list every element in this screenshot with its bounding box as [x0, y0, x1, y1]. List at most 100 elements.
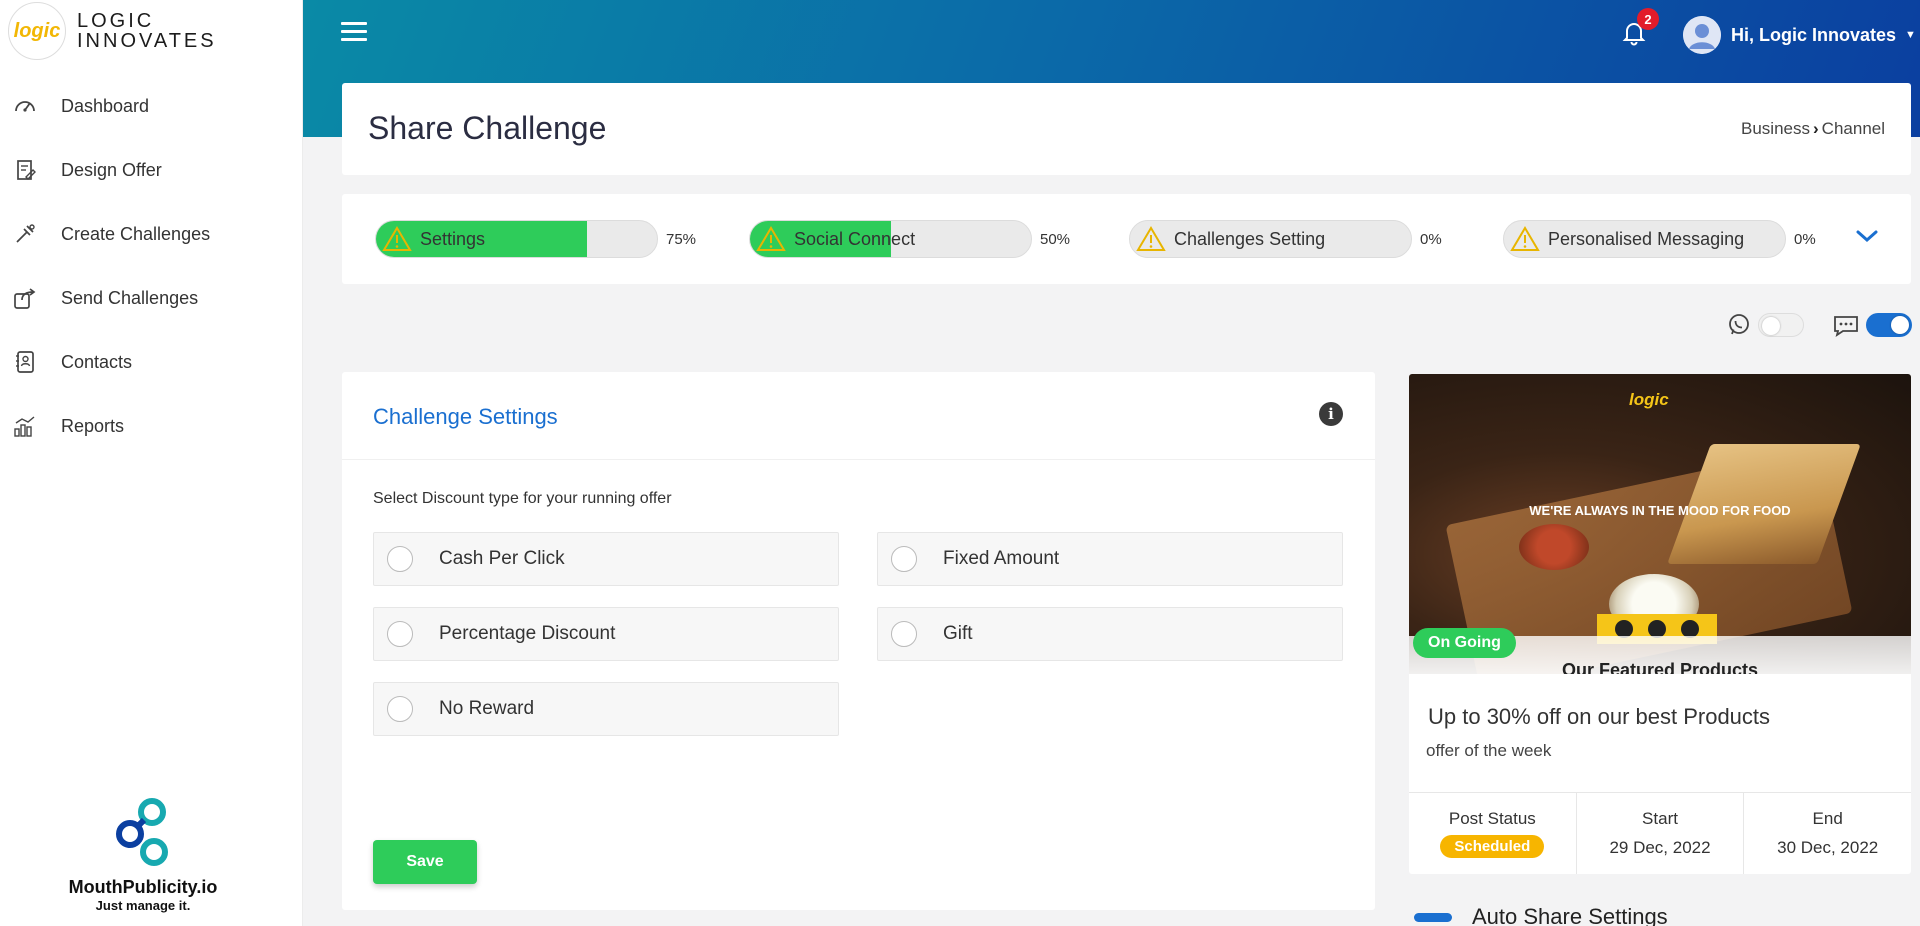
- discount-option-label: Percentage Discount: [439, 623, 616, 644]
- progress-step-personalised-messaging[interactable]: Personalised Messaging 0%: [1503, 220, 1816, 258]
- section-accent-bar: [1414, 912, 1452, 922]
- sidebar-item-label: Design Offer: [61, 159, 162, 180]
- radio-button[interactable]: [387, 621, 413, 647]
- mouthpublicity-logo: [116, 798, 168, 866]
- discount-option-cash-per-click[interactable]: Cash Per Click: [373, 532, 839, 586]
- sidebar-nav: Dashboard Design Offer Create Challenges…: [0, 74, 303, 458]
- caret-down-icon: ▼: [1905, 29, 1916, 41]
- breadcrumb-parent[interactable]: Business: [1741, 119, 1810, 138]
- brand-name-line1: LOGIC: [77, 10, 155, 32]
- save-button[interactable]: Save: [373, 840, 477, 884]
- progress-step-label: Settings: [420, 228, 486, 249]
- create-challenges-icon: [12, 221, 38, 247]
- discount-type-prompt: Select Discount type for your running of…: [373, 490, 672, 507]
- whatsapp-channel-toggle[interactable]: [1726, 312, 1804, 338]
- discount-option-gift[interactable]: Gift: [877, 607, 1343, 661]
- offer-image-caption: Our Featured Products: [1561, 660, 1759, 674]
- status-badge: On Going: [1413, 628, 1516, 658]
- sidebar-item-label: Create Challenges: [61, 223, 211, 244]
- post-status-label: Post Status: [1448, 809, 1536, 828]
- info-icon[interactable]: i: [1319, 402, 1343, 426]
- discount-option-percentage-discount[interactable]: Percentage Discount: [373, 607, 839, 661]
- end-date-column: End 30 Dec, 2022: [1744, 793, 1911, 874]
- progress-track: Challenges Setting: [1129, 220, 1412, 258]
- warning-icon: [382, 226, 412, 251]
- end-date: 30 Dec, 2022: [1777, 838, 1879, 857]
- offer-image-logo: logic: [1629, 390, 1669, 409]
- post-status-badge: Scheduled: [1440, 835, 1545, 858]
- message-bubble-icon: [1834, 316, 1858, 338]
- progress-step-settings[interactable]: Settings 75%: [375, 220, 696, 258]
- sms-channel-toggle[interactable]: [1832, 312, 1912, 338]
- sidebar-item-label: Dashboard: [61, 95, 150, 116]
- progress-step-label: Personalised Messaging: [1548, 228, 1745, 249]
- progress-step-challenges-setting[interactable]: Challenges Setting 0%: [1129, 220, 1442, 258]
- discount-option-fixed-amount[interactable]: Fixed Amount: [877, 532, 1343, 586]
- post-status-column: Post Status Scheduled: [1409, 793, 1577, 874]
- breadcrumb-current: Channel: [1821, 119, 1885, 138]
- sidebar-item-reports[interactable]: Reports: [0, 394, 303, 458]
- mouthpublicity-title: MouthPublicity.io: [68, 877, 218, 897]
- breadcrumb: Business › Channel: [1741, 119, 1885, 139]
- mouthpublicity-brand[interactable]: MouthPublicity.io Just manage it.: [58, 796, 228, 913]
- brand[interactable]: logic LOGIC INNOVATES: [8, 2, 217, 60]
- sidebar-item-label: Send Challenges: [61, 287, 199, 308]
- sidebar: logic LOGIC INNOVATES Dashboard Design O…: [0, 0, 303, 926]
- setup-progress-card: Settings 75% Social Connect 50% Challeng…: [342, 194, 1911, 284]
- notification-count-badge: 2: [1637, 8, 1659, 30]
- discount-option-no-reward[interactable]: No Reward: [373, 682, 839, 736]
- page-title: Share Challenge: [368, 110, 607, 146]
- progress-step-social-connect[interactable]: Social Connect 50%: [749, 220, 1070, 258]
- challenge-settings-header: Challenge Settings i: [342, 372, 1375, 460]
- brand-name-line2: INNOVATES: [77, 30, 217, 52]
- brand-logo-text: logic: [13, 19, 61, 42]
- progress-step-label: Social Connect: [794, 228, 916, 249]
- sidebar-item-send-challenges[interactable]: Send Challenges: [0, 266, 303, 330]
- radio-button[interactable]: [387, 696, 413, 722]
- challenge-settings-card: Challenge Settings i Select Discount typ…: [342, 372, 1375, 910]
- breadcrumb-separator-icon: ›: [1813, 119, 1819, 138]
- sidebar-item-create-challenges[interactable]: Create Challenges: [0, 202, 303, 266]
- whatsapp-switch[interactable]: [1758, 313, 1804, 337]
- radio-button[interactable]: [387, 546, 413, 572]
- end-label: End: [1812, 809, 1843, 828]
- avatar: [1683, 16, 1721, 54]
- warning-icon: [1136, 226, 1166, 251]
- mouthpublicity-subtitle: Just manage it.: [95, 898, 191, 913]
- chevron-down-icon[interactable]: [1855, 228, 1879, 249]
- brand-logo: logic: [8, 2, 66, 60]
- whatsapp-icon: [1729, 314, 1749, 335]
- sidebar-item-design-offer[interactable]: Design Offer: [0, 138, 303, 202]
- send-share-icon: [12, 285, 38, 311]
- auto-share-settings-label: Auto Share Settings: [1472, 904, 1668, 926]
- discount-option-label: No Reward: [439, 698, 535, 719]
- radio-button[interactable]: [891, 546, 917, 572]
- radio-button[interactable]: [891, 621, 917, 647]
- progress-step-percent: 50%: [1040, 230, 1071, 248]
- progress-step-label: Challenges Setting: [1174, 228, 1326, 249]
- user-menu[interactable]: Hi, Logic Innovates ▼: [1683, 16, 1916, 54]
- sidebar-item-contacts[interactable]: Contacts: [0, 330, 303, 394]
- discount-option-label: Gift: [943, 623, 973, 644]
- sms-switch[interactable]: [1866, 313, 1912, 337]
- progress-track: Personalised Messaging: [1503, 220, 1786, 258]
- sidebar-item-label: Contacts: [61, 351, 133, 372]
- brand-name: LOGIC INNOVATES: [77, 11, 217, 51]
- offer-meta: Post Status Scheduled Start 29 Dec, 2022…: [1409, 792, 1911, 874]
- progress-track: Settings: [375, 220, 658, 258]
- progress-step-percent: 0%: [1420, 230, 1442, 248]
- design-offer-icon: [12, 157, 38, 183]
- progress-step-percent: 0%: [1794, 230, 1816, 248]
- warning-icon: [1510, 226, 1540, 251]
- sidebar-item-label: Reports: [61, 415, 125, 436]
- sidebar-item-dashboard[interactable]: Dashboard: [0, 74, 303, 138]
- offer-preview-card[interactable]: logic WE'RE ALWAYS IN THE MOOD FOR FOOD …: [1409, 374, 1911, 874]
- notifications-button[interactable]: 2: [1621, 8, 1659, 51]
- user-greeting: Hi, Logic Innovates: [1731, 24, 1897, 45]
- menu-toggle-icon[interactable]: [341, 22, 367, 46]
- discount-option-label: Fixed Amount: [943, 548, 1060, 569]
- user-avatar-icon: [1683, 16, 1721, 54]
- offer-subtitle: offer of the week: [1426, 741, 1552, 760]
- page-title-card: Share Challenge Business › Channel: [342, 83, 1911, 175]
- start-label: Start: [1642, 809, 1678, 828]
